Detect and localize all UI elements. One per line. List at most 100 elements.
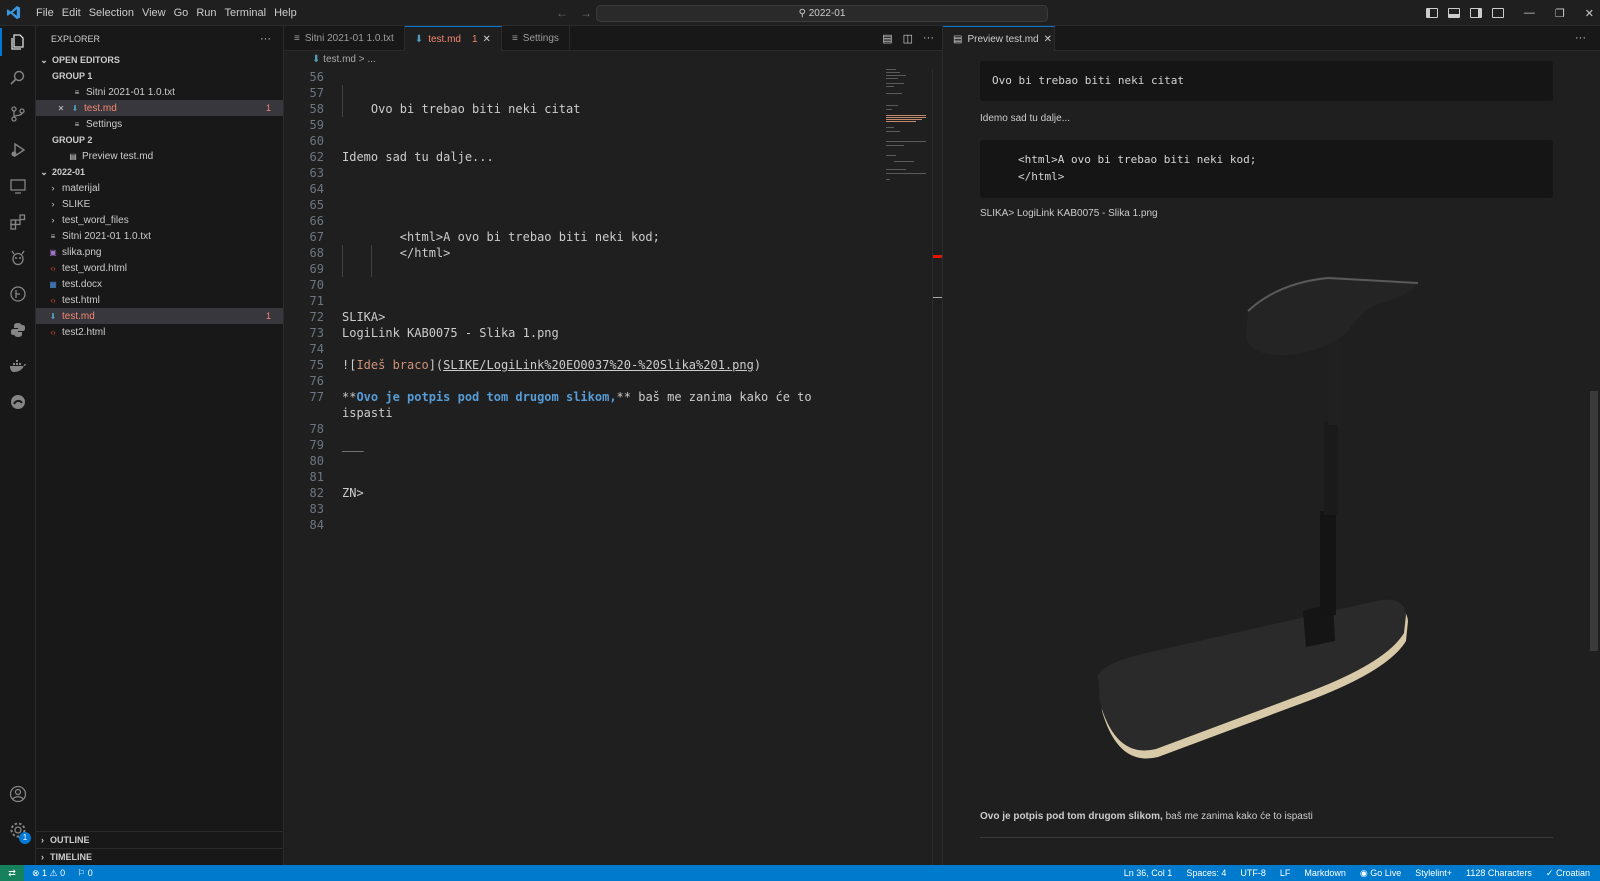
restore-icon[interactable]: ❐	[1555, 7, 1565, 20]
close-window-icon[interactable]: ✕	[1585, 7, 1594, 20]
extensions-icon[interactable]	[8, 212, 28, 232]
split-editor-icon[interactable]: ◫	[903, 32, 913, 45]
tab-test-md[interactable]: ⬇ test.md 1 ✕	[404, 26, 502, 51]
alien-extension-icon[interactable]	[8, 248, 28, 268]
explorer-icon[interactable]	[0, 28, 28, 56]
eol[interactable]: LF	[1280, 868, 1291, 879]
text-file-icon: ≡	[50, 231, 56, 241]
nav-arrows: ← →	[556, 6, 592, 20]
menu-go[interactable]: Go	[170, 7, 193, 19]
group-2-label: GROUP 2	[52, 135, 93, 145]
breadcrumb[interactable]: ⬇ test.md > ...	[284, 51, 942, 69]
file-test-md[interactable]: ⬇ test.md 1	[36, 308, 283, 324]
close-icon[interactable]: ✕	[1044, 34, 1052, 45]
line-number: 64	[309, 182, 324, 196]
search-icon: ⚲	[798, 8, 809, 19]
docker-icon[interactable]	[8, 356, 28, 376]
indentation[interactable]: Spaces: 4	[1186, 868, 1226, 879]
open-editor-test-md-label: test.md	[84, 102, 117, 114]
file-test2-html[interactable]: ‹› test2.html	[36, 324, 283, 340]
menu-file[interactable]: File	[32, 7, 58, 19]
back-arrow-icon[interactable]: ←	[556, 6, 568, 20]
group-1-header: GROUP 1	[36, 68, 283, 84]
python-icon[interactable]	[8, 320, 28, 340]
character-count[interactable]: 1128 Characters	[1466, 868, 1532, 879]
folder-root-header[interactable]: ⌄ 2022-01	[36, 164, 283, 180]
edge-devtools-icon[interactable]	[8, 392, 28, 412]
md-bold-marker: **	[616, 390, 631, 404]
editor-scrollbar[interactable]	[932, 69, 942, 865]
menu-edit[interactable]: Edit	[58, 7, 85, 19]
customize-layout-icon[interactable]	[1491, 8, 1504, 18]
search-icon[interactable]	[8, 68, 28, 88]
minimap-canvas	[886, 69, 926, 180]
open-editor-test-md[interactable]: ✕ ⬇ test.md 1	[36, 100, 283, 116]
menu-selection[interactable]: Selection	[85, 7, 138, 19]
md-bold-marker: **	[342, 390, 357, 404]
settings-file-icon: ≡	[74, 119, 80, 129]
toggle-panel-icon[interactable]	[1447, 8, 1460, 18]
menu-run[interactable]: Run	[192, 7, 220, 19]
remote-indicator-icon[interactable]: ⇄	[0, 865, 24, 881]
minimap[interactable]	[884, 69, 932, 189]
chevron-down-icon: ⌄	[40, 166, 48, 177]
cursor-position[interactable]: Ln 36, Col 1	[1124, 868, 1173, 879]
toggle-secondary-sidebar-icon[interactable]	[1469, 8, 1482, 18]
tab-settings[interactable]: ≡ Settings	[502, 26, 570, 51]
source-control-icon[interactable]	[8, 104, 28, 124]
folder-slike[interactable]: › SLIKE	[36, 196, 283, 212]
folder-test-word-files[interactable]: › test_word_files	[36, 212, 283, 228]
spell-locale[interactable]: ✓ Croatian	[1546, 868, 1590, 879]
folder-materijal[interactable]: › materijal	[36, 180, 283, 196]
more-actions-icon[interactable]: ···	[260, 33, 271, 45]
file-test-html-label: test.html	[62, 294, 100, 306]
preview-code-block: <html>A ovo bi trebao biti neki kod; </ht…	[980, 140, 1553, 198]
encoding[interactable]: UTF-8	[1240, 868, 1266, 879]
timeline-header[interactable]: › TIMELINE	[36, 848, 283, 865]
more-actions-icon[interactable]: ···	[1575, 32, 1586, 44]
close-icon[interactable]: ✕	[483, 34, 491, 45]
ports-indicator[interactable]: ⚐ 0	[77, 868, 93, 879]
open-editor-preview[interactable]: ▤ Preview test.md	[36, 148, 283, 164]
code-line: Ovo bi trebao biti neki citat	[342, 102, 581, 116]
remote-explorer-icon[interactable]	[8, 176, 28, 196]
open-editors-header[interactable]: ⌄ OPEN EDITORS	[36, 52, 283, 68]
tab-problem-count: 1	[471, 33, 478, 45]
tab-sitni[interactable]: ≡ Sitni 2021-01 1.0.txt	[284, 26, 405, 51]
file-slika-png[interactable]: ▣ slika.png	[36, 244, 283, 260]
language-mode[interactable]: Markdown	[1304, 868, 1346, 879]
manage-gear-icon[interactable]: 1	[8, 820, 31, 844]
menu-help[interactable]: Help	[270, 7, 301, 19]
file-test-docx[interactable]: ▦ test.docx	[36, 276, 283, 292]
file-test-html[interactable]: ‹› test.html	[36, 292, 283, 308]
problems-indicator[interactable]: ⊗ 1 ⚠ 0	[32, 868, 65, 879]
git-graph-icon[interactable]	[8, 284, 28, 304]
preview-scrollbar[interactable]	[1590, 391, 1598, 651]
chevron-right-icon: ›	[41, 835, 44, 845]
go-live-button[interactable]: ◉ Go Live	[1360, 868, 1401, 879]
sidebar-title: EXPLORER	[51, 34, 101, 44]
md-image-close: )	[753, 358, 762, 372]
toggle-sidebar-icon[interactable]	[1425, 8, 1438, 18]
more-actions-icon[interactable]: ···	[923, 32, 934, 45]
stylelint-status[interactable]: Stylelint+	[1415, 868, 1452, 879]
open-editor-sitni[interactable]: ≡ Sitni 2021-01 1.0.txt	[36, 84, 283, 100]
run-debug-icon[interactable]	[8, 140, 28, 160]
minimize-icon[interactable]: —	[1524, 7, 1535, 19]
account-icon[interactable]	[8, 784, 28, 804]
markdown-icon: ⬇	[312, 54, 324, 65]
tab-preview[interactable]: ▤ Preview test.md ✕	[943, 26, 1055, 51]
forward-arrow-icon[interactable]: →	[580, 6, 592, 20]
menu-terminal[interactable]: Terminal	[221, 7, 271, 19]
code-editor[interactable]: 56 57 58 Ovo bi trebao biti neki citat 59 60…	[284, 69, 942, 865]
spell-check-icon: ✓	[1545, 867, 1556, 878]
open-preview-icon[interactable]: ▤	[882, 32, 892, 45]
chevron-down-icon: ⌄	[40, 54, 48, 65]
menu-view[interactable]: View	[138, 7, 170, 19]
command-center[interactable]: ⚲ 2022-01	[596, 5, 1048, 22]
open-editor-settings[interactable]: ≡ Settings	[36, 116, 283, 132]
close-icon[interactable]: ✕	[56, 103, 66, 113]
outline-header[interactable]: › OUTLINE	[36, 831, 283, 848]
file-test-word-html[interactable]: ‹› test_word.html	[36, 260, 283, 276]
file-sitni[interactable]: ≡ Sitni 2021-01 1.0.txt	[36, 228, 283, 244]
